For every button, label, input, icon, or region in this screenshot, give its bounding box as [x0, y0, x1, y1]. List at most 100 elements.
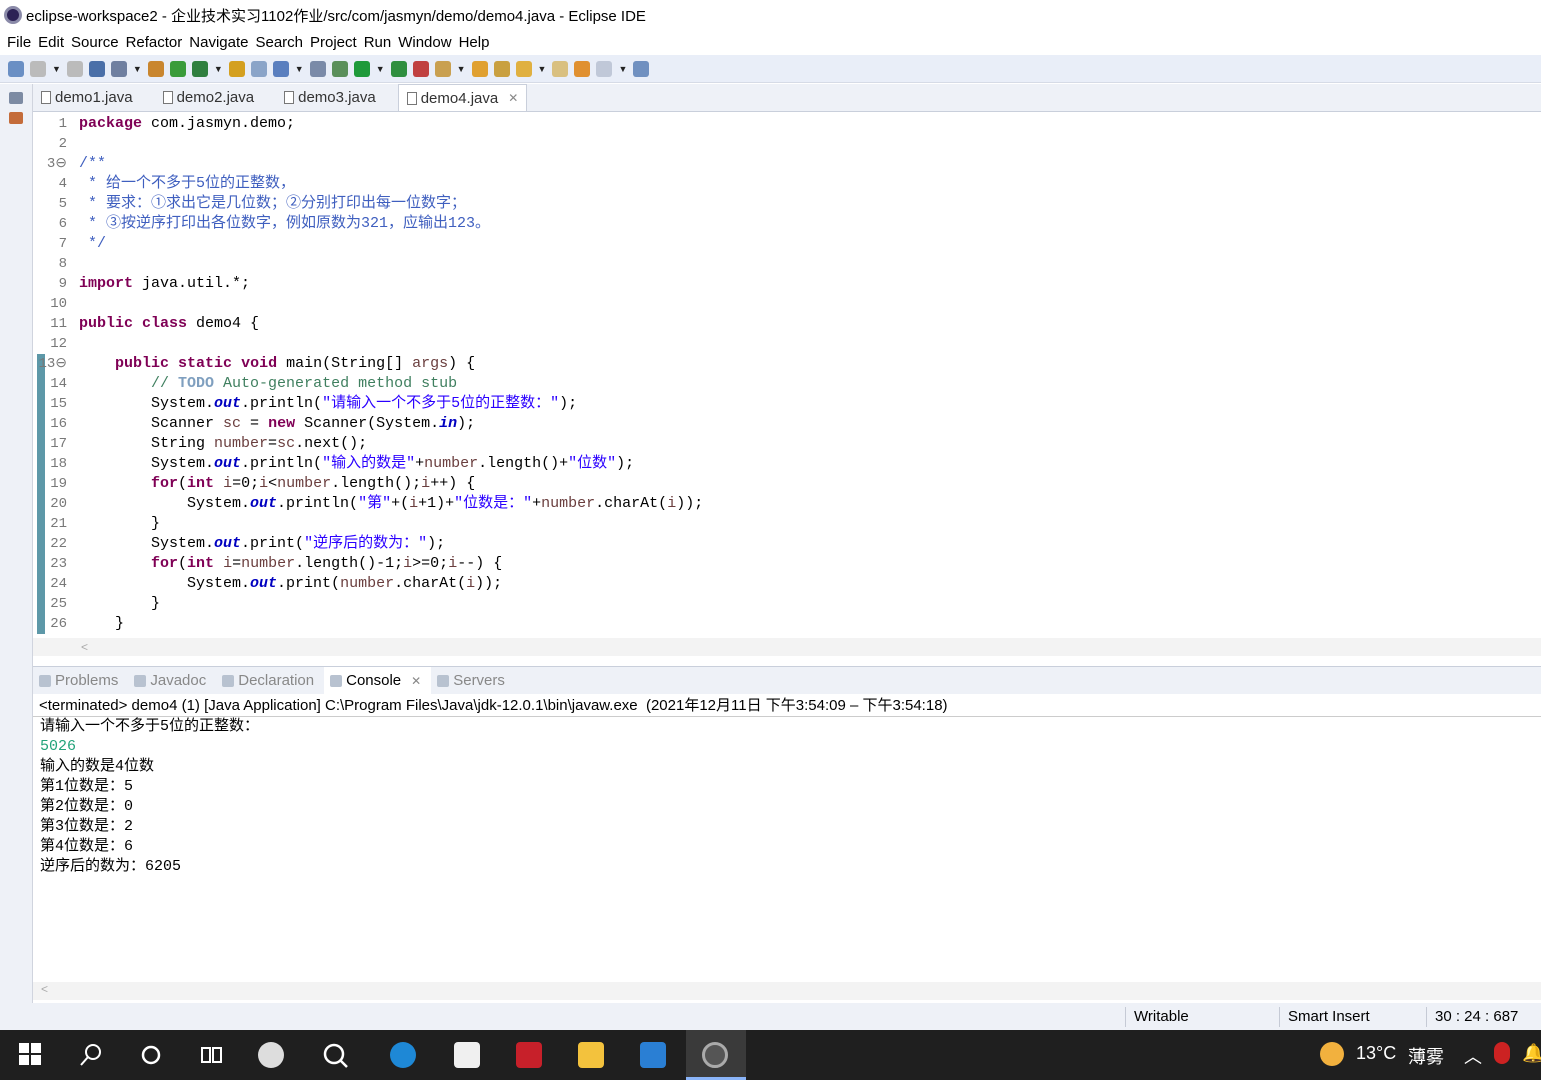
line-number: 4 [58, 176, 67, 192]
dropdown-arrow-icon[interactable]: ▼ [295, 64, 304, 74]
toolbar-button-4-icon[interactable] [88, 60, 105, 77]
line-number: 10 [50, 296, 67, 312]
toolbar-button-15-icon[interactable] [390, 60, 407, 77]
menu-window[interactable]: Window [398, 34, 458, 51]
close-tab-icon[interactable]: ✕ [411, 674, 421, 688]
code-line: 11 public class demo4 { [33, 314, 1541, 334]
code-token: = [241, 415, 269, 432]
store-icon[interactable] [454, 1042, 480, 1068]
pinwheel-app-icon[interactable] [258, 1042, 284, 1068]
dropdown-arrow-icon[interactable]: ▼ [618, 64, 627, 74]
mail-icon[interactable] [640, 1042, 666, 1068]
chevron-up-icon[interactable]: ︿ [1464, 1043, 1482, 1069]
dropdown-arrow-icon[interactable]: ▼ [376, 64, 385, 74]
code-token: public [79, 315, 134, 332]
eclipse-taskbar-icon[interactable] [702, 1042, 728, 1068]
close-tab-icon[interactable]: ✕ [508, 91, 518, 105]
tab-problems[interactable]: Problems [33, 672, 128, 689]
toolbar-button-19-icon[interactable] [493, 60, 510, 77]
restore-icon[interactable] [9, 92, 23, 104]
toolbar-button-13-icon[interactable] [331, 60, 348, 77]
toolbar-button-14-icon[interactable] [353, 60, 370, 77]
dropdown-arrow-icon[interactable]: ▼ [457, 64, 466, 74]
toolbar-button-10-icon[interactable] [250, 60, 267, 77]
toolbar-button-8-icon[interactable] [191, 60, 208, 77]
dropdown-arrow-icon[interactable]: ▼ [214, 64, 223, 74]
package-explorer-icon[interactable] [9, 112, 23, 124]
toolbar-button-6-icon[interactable] [147, 60, 164, 77]
console-line: 输入的数是4位数 [40, 758, 155, 775]
tab-javadoc[interactable]: Javadoc [128, 672, 216, 689]
toolbar-button-12-icon[interactable] [309, 60, 326, 77]
task-view-icon[interactable] [198, 1042, 224, 1068]
filezilla-icon[interactable] [516, 1042, 542, 1068]
toolbar-button-2-icon[interactable] [30, 60, 46, 77]
code-token: int [187, 555, 215, 572]
toolbar-button-9-icon[interactable] [228, 60, 245, 77]
toolbar-button-23-icon[interactable] [596, 60, 613, 77]
edge-icon[interactable] [390, 1042, 416, 1068]
tab-demo1-java[interactable]: demo1.java [33, 84, 155, 111]
tab-label: demo1.java [55, 89, 133, 106]
console-icon [330, 674, 343, 687]
code-line: 23 for(int i=number.length()-1;i>=0;i--)… [33, 554, 1541, 574]
toolbar-button-21-icon[interactable] [552, 60, 569, 77]
toolbar-button-3-icon[interactable] [66, 60, 83, 77]
console-horizontal-scrollbar[interactable]: < [33, 982, 1541, 1000]
code-line: 14 // TODO Auto-generated method stub [33, 374, 1541, 394]
qq-icon[interactable] [1494, 1042, 1510, 1064]
toolbar-button-5-icon[interactable] [110, 60, 127, 77]
code-token: i [448, 555, 458, 572]
search-app-icon[interactable] [322, 1042, 348, 1068]
menu-search[interactable]: Search [255, 34, 310, 51]
menu-run[interactable]: Run [364, 34, 399, 51]
tab-servers[interactable]: Servers [431, 672, 515, 689]
weather-temp[interactable]: 13°C [1356, 1043, 1396, 1064]
code-token: ( [178, 555, 188, 572]
tab-console[interactable]: Console ✕ [324, 666, 432, 695]
dropdown-arrow-icon[interactable]: ▼ [133, 64, 142, 74]
menu-source[interactable]: Source [71, 34, 126, 51]
toolbar-button-20-icon[interactable] [515, 60, 532, 77]
code-token: System. [79, 455, 215, 472]
toolbar-button-11-icon[interactable] [272, 60, 289, 77]
tab-demo3-java[interactable]: demo3.java [276, 84, 398, 111]
menu-navigate[interactable]: Navigate [189, 34, 255, 51]
toolbar-button-7-icon[interactable] [169, 60, 186, 77]
editor-horizontal-scrollbar[interactable]: < [33, 638, 1541, 656]
menu-project[interactable]: Project [310, 34, 364, 51]
java-file-icon [41, 91, 51, 104]
line-number: 14 [50, 376, 67, 392]
search-icon[interactable] [78, 1042, 104, 1068]
toolbar-button-18-icon[interactable] [471, 60, 488, 77]
code-editor[interactable]: 1 package com.jasmyn.demo; 2 3⊖ /** 4 * 给一个不多… [33, 112, 1541, 642]
file-explorer-icon[interactable] [578, 1042, 604, 1068]
menu-file[interactable]: File [7, 34, 38, 51]
tab-demo2-java[interactable]: demo2.java [155, 84, 277, 111]
cortana-icon[interactable] [138, 1042, 164, 1068]
toolbar-button-24-icon[interactable] [633, 60, 650, 77]
code-token: demo4 { [187, 315, 260, 332]
line-number: 24 [50, 576, 67, 592]
tab-declaration[interactable]: Declaration [216, 672, 324, 689]
toolbar-button-1-icon[interactable] [8, 60, 24, 77]
dropdown-arrow-icon[interactable]: ▼ [538, 64, 547, 74]
windows-start-icon[interactable] [18, 1042, 44, 1068]
toolbar-button-22-icon[interactable] [574, 60, 591, 77]
toolbar-button-16-icon[interactable] [412, 60, 429, 77]
menu-bar: File Edit Source Refactor Navigate Search Proj… [0, 30, 496, 55]
toolbar-button-17-icon[interactable] [434, 60, 451, 77]
dropdown-arrow-icon[interactable]: ▼ [52, 64, 61, 74]
code-token: Scanner [79, 415, 224, 432]
tab-demo4-java[interactable]: demo4.java ✕ [397, 84, 528, 111]
tab-label: Javadoc [150, 672, 207, 689]
menu-refactor[interactable]: Refactor [126, 34, 190, 51]
code-token: out [214, 455, 242, 472]
weather-icon[interactable] [1320, 1042, 1344, 1066]
menu-edit[interactable]: Edit [38, 34, 71, 51]
weather-desc[interactable]: 薄雾 [1408, 1043, 1444, 1069]
menu-help[interactable]: Help [459, 34, 497, 51]
console-line: 请输入一个不多于5位的正整数： [40, 718, 260, 735]
notification-bell-icon[interactable]: 🔔 [1522, 1043, 1541, 1064]
